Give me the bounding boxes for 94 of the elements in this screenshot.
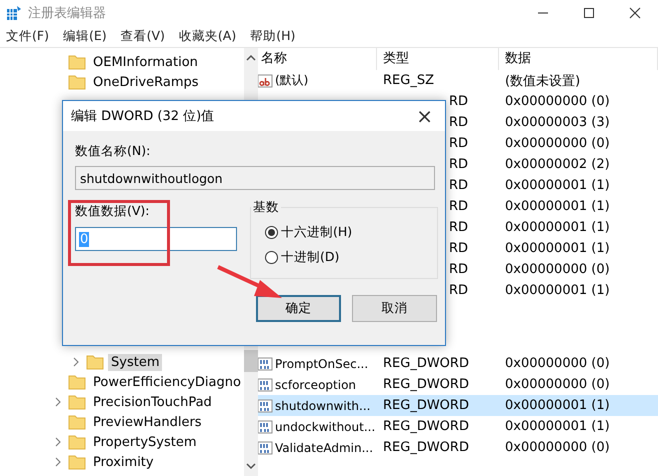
radio-button[interactable]	[265, 226, 278, 239]
table-cell: RD	[449, 94, 468, 109]
tree-item[interactable]: PowerEfficiencyDiagno	[90, 374, 244, 390]
folder-icon	[68, 454, 86, 470]
list-row[interactable]: (默认) REG_SZ (数值未设置)	[255, 70, 658, 91]
table-cell-text: 0x00000002 (2)	[504, 157, 611, 172]
list-row[interactable]: ValidateAdmin... REG_DWORD 0x00000000 (0)	[255, 437, 658, 458]
table-cell: RD	[449, 157, 468, 172]
table-cell-text: 0x00000000 (0)	[504, 356, 611, 371]
table-cell-text: (数值未设置)	[504, 72, 582, 90]
table-cell: shutdownwith...	[255, 398, 370, 414]
binary-value-icon	[257, 356, 273, 372]
binary-value-icon	[257, 398, 273, 414]
table-cell: RD	[449, 262, 468, 277]
tree-item[interactable]: PropertySystem	[90, 434, 200, 450]
close-button[interactable]: ×	[414, 104, 435, 128]
menu-item[interactable]: 帮助(H)	[250, 28, 296, 44]
table-cell: RD	[449, 199, 468, 214]
menu-item[interactable]: 编辑(E)	[62, 28, 107, 44]
table-cell-text: 0x00000001 (1)	[504, 178, 611, 193]
table-cell: RD	[449, 178, 468, 193]
table-cell-text: 0x00000000 (0)	[504, 94, 611, 109]
table-cell-text: 0x00000001 (1)	[504, 419, 611, 434]
scroll-down-icon[interactable]	[246, 462, 256, 470]
dialog-button[interactable]: 确定	[256, 295, 341, 322]
binary-value-icon	[257, 418, 273, 434]
radio-label[interactable]: 十六进制(H)	[281, 224, 352, 241]
table-cell-text: REG_SZ	[382, 73, 435, 88]
table-cell: RD	[449, 136, 468, 151]
folder-icon	[68, 54, 86, 70]
table-cell-text: 0x00000001 (1)	[504, 199, 611, 214]
table-cell: ValidateAdmin...	[255, 440, 374, 456]
scrollbar-thumb[interactable]	[244, 350, 258, 372]
column-header[interactable]: 名称	[255, 48, 377, 70]
folder-icon	[68, 414, 86, 430]
table-cell-text: REG_DWORD	[382, 377, 470, 392]
table-cell-text: REG_DWORD	[382, 398, 470, 413]
table-cell: RD	[449, 241, 468, 256]
list-row[interactable]: undockwithout... REG_DWORD 0x00000001 (1)	[255, 416, 658, 437]
radio-label[interactable]: 十进制(D)	[281, 249, 340, 266]
value-name-field[interactable]: shutdownwithoutlogon	[75, 166, 435, 190]
menu-item[interactable]: 文件(F)	[6, 28, 49, 44]
tree-item[interactable]: System	[108, 354, 162, 370]
tree-item[interactable]: PrecisionTouchPad	[90, 394, 215, 410]
table-cell-text: REG_DWORD	[382, 440, 470, 455]
window-title: 注册表编辑器	[28, 4, 107, 22]
list-row[interactable]: scforceoption REG_DWORD 0x00000000 (0)	[255, 374, 658, 395]
field-label: 数值数据(V):	[75, 203, 151, 220]
table-cell-text: 0x00000003 (3)	[504, 115, 611, 130]
binary-value-icon	[257, 376, 273, 392]
table-cell-text: 0x00000000 (0)	[504, 136, 611, 151]
dialog-button[interactable]: 取消	[352, 295, 437, 322]
table-cell: scforceoption	[255, 376, 356, 392]
table-cell: RD	[449, 220, 468, 235]
expand-icon[interactable]	[54, 397, 62, 407]
menu-item[interactable]: 查看(V)	[120, 28, 165, 44]
pointer-arrow	[216, 264, 284, 300]
column-header[interactable]: 类型	[377, 48, 499, 70]
table-cell: RD	[449, 283, 468, 298]
scroll-up-icon[interactable]	[246, 54, 256, 62]
table-cell-text: REG_DWORD	[382, 419, 470, 434]
table-cell: PromptOnSec...	[255, 356, 368, 372]
folder-icon	[68, 374, 86, 390]
table-cell-text: 0x00000001 (1)	[504, 241, 611, 256]
table-cell-text: 0x00000001 (1)	[504, 283, 611, 298]
string-value-icon	[257, 72, 273, 88]
table-cell-text: 0x00000000 (0)	[504, 377, 611, 392]
field-label: 数值名称(N):	[75, 143, 152, 160]
dialog-title: 编辑 DWORD (32 位)值	[71, 108, 214, 125]
tree-item[interactable]: PreviewHandlers	[90, 414, 205, 430]
table-cell-text: 0x00000001 (1)	[504, 398, 611, 413]
column-header[interactable]: 数据	[499, 48, 658, 70]
table-cell-text: REG_DWORD	[382, 356, 470, 371]
app-icon	[6, 4, 22, 20]
group-label: 基数	[252, 199, 280, 216]
radio-button[interactable]	[265, 251, 278, 264]
table-cell-text: 0x00000000 (0)	[504, 262, 611, 277]
expand-icon[interactable]	[72, 357, 80, 367]
tree-item[interactable]: OEMInformation	[90, 54, 201, 70]
table-cell-text: 0x00000001 (1)	[504, 220, 611, 235]
binary-value-icon	[257, 440, 273, 456]
table-cell-text: 0x00000000 (0)	[504, 440, 611, 455]
table-cell: (默认)	[255, 72, 308, 89]
menu-item[interactable]: 收藏夹(A)	[178, 28, 236, 44]
table-cell: undockwithout...	[255, 418, 376, 434]
list-row[interactable]: shutdownwith... REG_DWORD 0x00000001 (1)	[255, 395, 658, 416]
tree-item[interactable]: Proximity	[90, 454, 157, 470]
tree-item[interactable]: OneDriveRamps	[90, 74, 202, 90]
folder-icon	[68, 74, 86, 90]
folder-icon	[68, 394, 86, 410]
folder-icon	[68, 434, 86, 450]
list-row[interactable]: PromptOnSec... REG_DWORD 0x00000000 (0)	[255, 353, 658, 374]
table-cell: RD	[449, 115, 468, 130]
folder-icon	[86, 354, 104, 370]
